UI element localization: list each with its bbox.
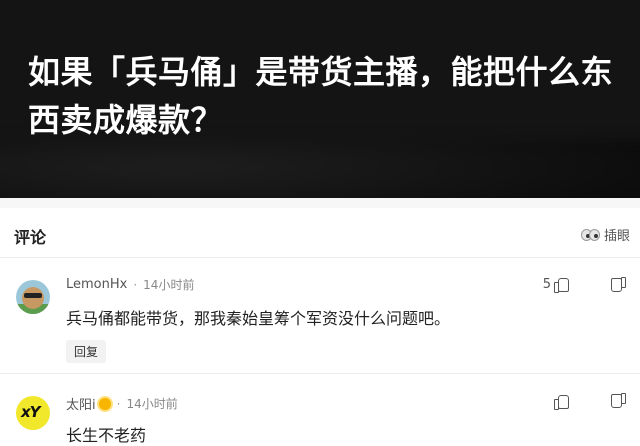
section-divider (0, 198, 640, 208)
thumbs-down-icon[interactable] (612, 394, 626, 409)
danmaku-label: 插眼 (603, 229, 630, 244)
comment-item: xY 太阳i · 14小时前 长生不老药 (0, 382, 640, 446)
meta-separator: · (133, 277, 138, 292)
like-button[interactable] (554, 394, 569, 410)
comment-meta: 太阳i · 14小时前 (66, 394, 178, 414)
comment-meta: LemonHx · 14小时前 (66, 276, 194, 293)
sun-icon (98, 397, 111, 410)
like-count: 5 (542, 277, 551, 292)
avatar-text: xY (21, 403, 41, 421)
comments-header: 评论 插眼 (0, 208, 640, 258)
username[interactable]: LemonHx (66, 277, 127, 292)
timestamp: 14小时前 (126, 397, 178, 411)
like-button[interactable]: 5 (542, 277, 569, 293)
thumbs-up-icon (554, 394, 569, 410)
thumbs-up-icon (554, 277, 569, 293)
comment-text: 长生不老药 (66, 426, 147, 445)
reply-button[interactable]: 回复 (66, 340, 107, 363)
timestamp: 14小时前 (143, 278, 195, 292)
eyes-icon (580, 228, 601, 242)
comment-text: 兵马俑都能带货，那我秦始皇筹个军资没什么问题吧。 (66, 309, 451, 328)
thumbs-down-icon[interactable] (612, 278, 626, 293)
article-title: 如果「兵马俑」是带货主播，能把什么东西卖成爆款？ (28, 53, 614, 139)
comment-item: LemonHx · 14小时前 5 兵马俑都能带货，那我秦始皇筹个军资没什么问题… (0, 264, 640, 374)
avatar[interactable] (16, 280, 50, 314)
meta-separator: · (116, 396, 121, 411)
article-hero: 如果「兵马俑」是带货主播，能把什么东西卖成爆款？ (0, 0, 640, 198)
danmaku-toggle-button[interactable]: 插眼 (580, 225, 630, 244)
avatar[interactable]: xY (16, 396, 50, 430)
username[interactable]: 太阳i (66, 394, 96, 413)
comments-title: 评论 (14, 228, 47, 247)
